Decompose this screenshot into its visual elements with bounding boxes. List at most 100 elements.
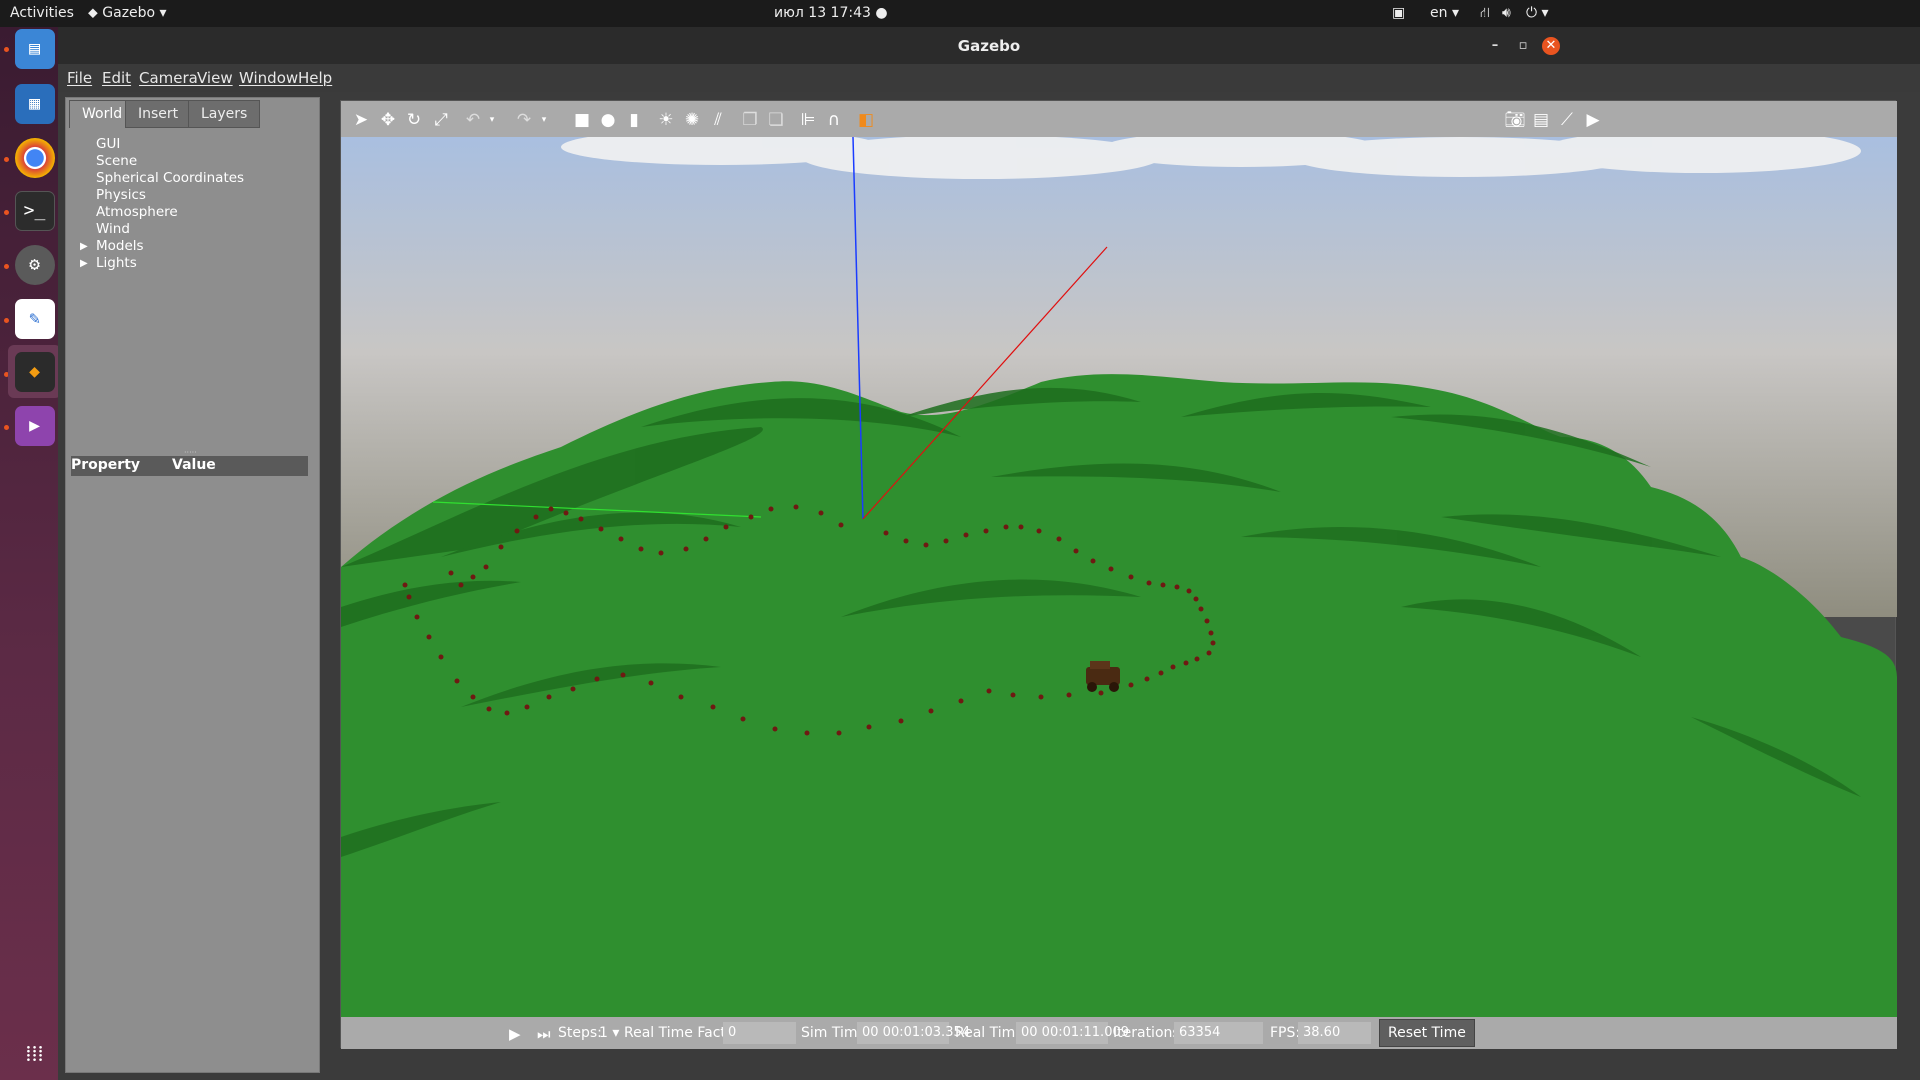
redo-icon[interactable]: ↷ [513, 109, 535, 131]
trajectory-dot [598, 526, 604, 532]
trajectory-dot [1090, 558, 1096, 564]
clock-label: июл 13 17:43 [774, 5, 871, 21]
property-column-header: Property [71, 457, 141, 473]
power-icon[interactable]: ⏻ ▾ [1526, 5, 1549, 21]
dock: ▤ ▦ >_ ⚙ ✎ ◆ ▶ ⁞⁞⁞ [0, 27, 61, 1080]
top-bar: Activities ⬥ Gazebo ▾ июл 13 17:43 ● ▣ e… [0, 0, 1920, 27]
writer-icon[interactable]: ▦ [8, 77, 61, 130]
rotate-mode-icon[interactable]: ↻ [403, 109, 425, 131]
tree-item-wind[interactable]: Wind [96, 221, 130, 237]
trajectory-dot [818, 510, 824, 516]
tab-insert[interactable]: Insert [125, 100, 192, 128]
trajectory-dot [546, 694, 552, 700]
reset-time-button[interactable]: Reset Time [1379, 1019, 1475, 1047]
trajectory-dot [1204, 618, 1210, 624]
expand-arrow-icon[interactable]: ▶ [80, 258, 88, 269]
trajectory-dot [504, 710, 510, 716]
steps-spinner[interactable]: 1 ▾ [599, 1025, 619, 1041]
volume-icon[interactable]: 🔊︎ [1502, 5, 1511, 21]
trajectory-dot [1208, 630, 1214, 636]
video-icon[interactable]: ▶ [8, 399, 61, 452]
trajectory-dot [1160, 582, 1166, 588]
activities-button[interactable]: Activities [10, 5, 74, 21]
app-menu[interactable]: ⬥ Gazebo ▾ [88, 5, 167, 21]
trajectory-dot [402, 582, 408, 588]
tree-item-physics[interactable]: Physics [96, 187, 146, 203]
translate-mode-icon[interactable]: ✥ [377, 109, 399, 131]
expand-arrow-icon[interactable]: ▶ [80, 241, 88, 252]
align-icon[interactable]: ⊫ [797, 109, 819, 131]
clock[interactable]: июл 13 17:43 ● [774, 5, 888, 21]
scene-canvas[interactable] [341, 137, 1897, 1017]
trajectory-dot [1010, 692, 1016, 698]
left-panel: World Insert Layers GUI Scene Spherical … [65, 97, 320, 1073]
scale-mode-icon[interactable]: ⤢ [430, 109, 452, 131]
screen-record-icon[interactable]: ▣ [1392, 5, 1405, 21]
gazebo-icon[interactable]: ◆ [8, 345, 61, 398]
maximize-button[interactable]: ▫ [1514, 37, 1532, 55]
play-icon[interactable]: ▶ [509, 1025, 521, 1043]
terminal-icon[interactable]: >_ [8, 184, 61, 237]
tree-item-models[interactable]: Models [96, 238, 144, 254]
language-label: en [1430, 5, 1448, 21]
undo-dropdown-icon[interactable]: ▾ [481, 109, 503, 131]
value-column-header: Value [172, 457, 216, 473]
trajectory-dot [438, 654, 444, 660]
property-header: Property Value [71, 456, 308, 476]
redo-dropdown-icon[interactable]: ▾ [533, 109, 555, 131]
tree-item-atmosphere[interactable]: Atmosphere [96, 204, 178, 220]
menu-file[interactable]: File [67, 69, 92, 87]
snap-icon[interactable]: ∩ [823, 109, 845, 131]
trajectory-dot [1194, 656, 1200, 662]
trajectory-dot [533, 514, 539, 520]
trajectory-dot [943, 538, 949, 544]
close-button[interactable]: ✕ [1542, 37, 1560, 55]
tab-layers[interactable]: Layers [188, 100, 261, 128]
point-light-icon[interactable]: ☀ [655, 109, 677, 131]
menu-window[interactable]: Window [239, 69, 298, 87]
menu-view[interactable]: View [197, 69, 233, 87]
files-icon[interactable]: ▤ [8, 22, 61, 75]
app-grid-icon[interactable]: ⁞⁞⁞ [8, 1027, 61, 1080]
trajectory-dot [1174, 584, 1180, 590]
cylinder-shape-icon[interactable]: ▮ [623, 109, 645, 131]
settings-icon[interactable]: ⚙ [8, 238, 61, 291]
trajectory-dot [804, 730, 810, 736]
log-icon[interactable]: ▤ [1530, 109, 1552, 131]
trajectory-dot [1128, 682, 1134, 688]
language-indicator[interactable]: en ▾ [1430, 5, 1459, 21]
copy-icon[interactable]: ❐ [739, 109, 761, 131]
screenshot-icon[interactable]: 📷︎ [1504, 109, 1526, 131]
menu-help[interactable]: Help [298, 69, 332, 87]
select-mode-icon[interactable]: ➤ [350, 109, 372, 131]
trajectory-dot [1073, 548, 1079, 554]
plot-icon[interactable]: ⟋ [1556, 109, 1578, 131]
directional-light-icon[interactable]: ⫽ [707, 109, 729, 131]
trajectory-dot [768, 506, 774, 512]
title-bar: Gazebo – ▫ ✕ [58, 27, 1920, 64]
paste-icon[interactable]: ❏ [765, 109, 787, 131]
menu-edit[interactable]: Edit [102, 69, 131, 87]
trajectory-dot [470, 574, 476, 580]
text-editor-icon[interactable]: ✎ [8, 292, 61, 345]
tree-item-lights[interactable]: Lights [96, 255, 137, 271]
spot-light-icon[interactable]: ✺ [681, 109, 703, 131]
box-shape-icon[interactable]: ■ [571, 109, 593, 131]
trajectory-dot [1066, 692, 1072, 698]
trajectory-dot [620, 672, 626, 678]
sphere-shape-icon[interactable]: ● [597, 109, 619, 131]
tree-item-scene[interactable]: Scene [96, 153, 137, 169]
network-icon[interactable]: ⛙ [1480, 5, 1490, 23]
chrome-icon[interactable] [8, 131, 61, 184]
video-record-icon[interactable]: ▶ [1582, 109, 1604, 131]
3d-scene[interactable] [341, 137, 1897, 1017]
menu-camera[interactable]: Camera [139, 69, 198, 87]
trajectory-dot [594, 676, 600, 682]
tree-item-gui[interactable]: GUI [96, 136, 120, 152]
tree-item-spherical-coordinates[interactable]: Spherical Coordinates [96, 170, 244, 186]
step-icon[interactable]: ⏭ [537, 1025, 551, 1043]
minimize-button[interactable]: – [1486, 37, 1504, 55]
trajectory-dot [498, 544, 504, 550]
trajectory-dot [1056, 536, 1062, 542]
change-view-icon[interactable]: ◧ [855, 109, 877, 131]
